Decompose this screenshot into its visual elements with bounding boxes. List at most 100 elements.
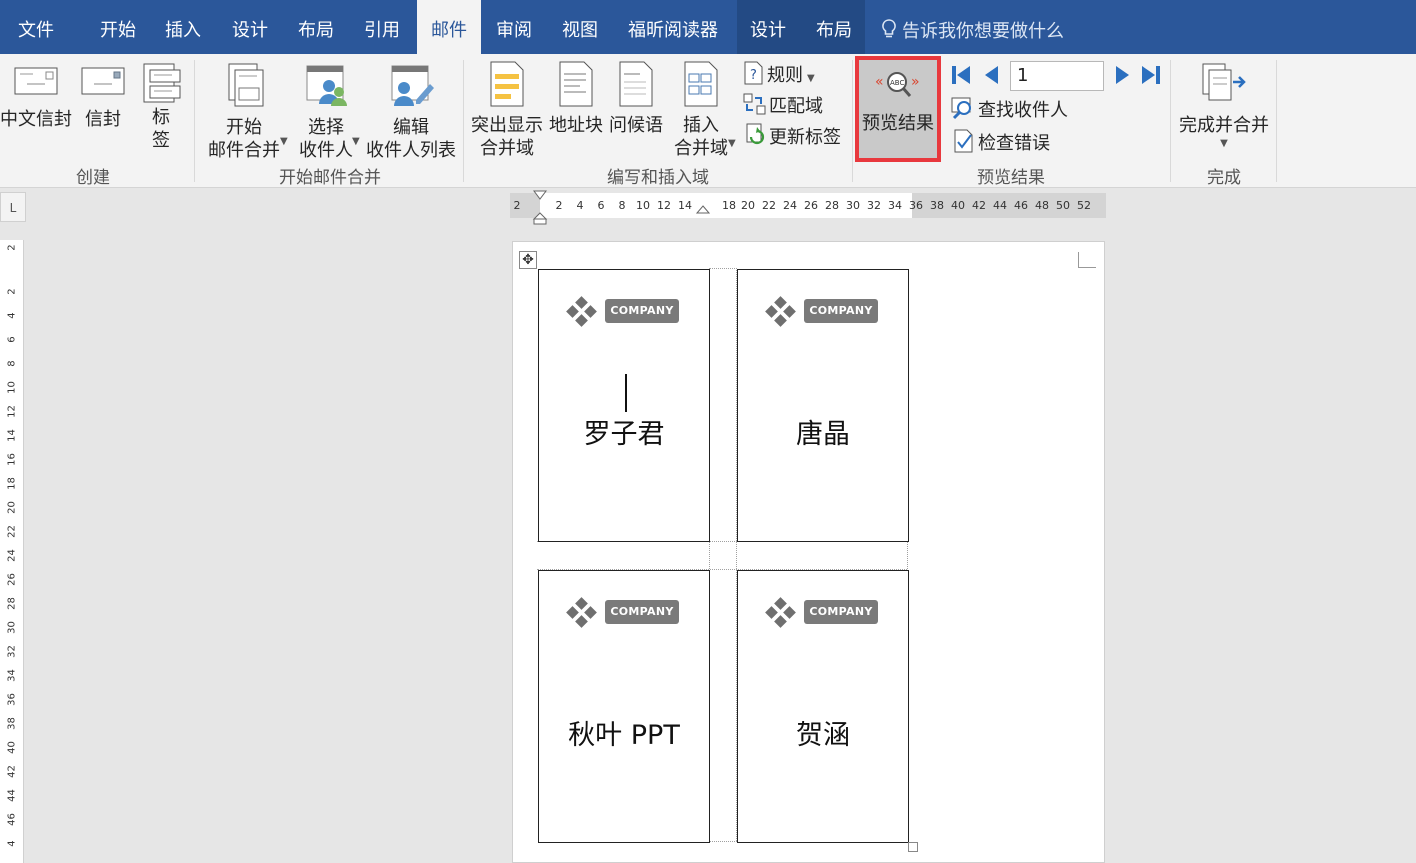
chinese-envelope-button[interactable]: 中文信封 xyxy=(0,64,72,131)
preview-results-label: 预览结果 xyxy=(862,113,934,134)
tab-review[interactable]: 审阅 xyxy=(496,0,532,54)
next-record-button[interactable] xyxy=(1114,64,1134,87)
record-number-input[interactable]: 1 xyxy=(1010,61,1104,91)
indent-marker-icon[interactable] xyxy=(532,189,548,225)
ruler-tick-label: 34 xyxy=(888,199,902,212)
group-label-start-merge: 开始邮件合并 xyxy=(279,168,381,188)
tab-insert[interactable]: 插入 xyxy=(165,0,201,54)
last-record-button[interactable] xyxy=(1140,64,1164,87)
recipient-name: 唐晶 xyxy=(796,419,850,450)
find-recipient-button[interactable]: 查找收件人 xyxy=(950,96,1068,122)
greeting-line-button[interactable]: 问候语 xyxy=(606,60,666,137)
group-separator xyxy=(852,60,853,182)
edit-recipient-list-label: 编辑 收件人列表 xyxy=(366,117,456,161)
highlight-merge-fields-button[interactable]: 突出显示 合并域 xyxy=(468,60,546,160)
tab-table-design[interactable]: 设计 xyxy=(750,0,786,54)
vertical-ruler-tick-label: 4 xyxy=(6,840,18,847)
first-record-button[interactable] xyxy=(950,64,974,87)
insert-field-dropdown-icon[interactable]: ▼ xyxy=(728,138,736,149)
ruler-tick-label: 22 xyxy=(762,199,776,212)
company-badge: COMPANY xyxy=(605,600,679,624)
table-resize-handle[interactable] xyxy=(908,842,918,852)
tab-selector[interactable]: L xyxy=(0,192,26,222)
table-gridline xyxy=(709,268,737,269)
ruler-tick-label: 48 xyxy=(1035,199,1049,212)
group-label-finish: 完成 xyxy=(1207,168,1241,188)
insert-merge-field-label: 插入 合并域 xyxy=(674,115,728,159)
vertical-ruler-tick-label: 6 xyxy=(6,336,18,343)
group-separator xyxy=(1276,60,1277,182)
document-page[interactable]: ✥ COMPANY 罗子君 COMPANY 唐晶 COMPANY 秋叶 PPT xyxy=(512,241,1105,863)
tab-foxit-reader[interactable]: 福昕阅读器 xyxy=(628,0,718,54)
insert-field-icon xyxy=(684,61,718,107)
tab-file[interactable]: 文件 xyxy=(18,0,54,54)
tab-table-layout[interactable]: 布局 xyxy=(816,0,852,54)
rules-button[interactable]: ? 规则 ▼ xyxy=(743,61,815,87)
ruler-tick-label: 28 xyxy=(825,199,839,212)
update-labels-icon xyxy=(746,123,765,145)
company-badge: COMPANY xyxy=(605,299,679,323)
right-indent-marker-icon[interactable] xyxy=(696,205,710,219)
group-separator xyxy=(1170,60,1171,182)
ruler-tick-label: 30 xyxy=(846,199,860,212)
vertical-ruler-tick-label: 30 xyxy=(6,621,18,634)
vertical-ruler-tick-label: 2 xyxy=(6,288,18,295)
envelope-icon xyxy=(14,67,58,95)
envelopes-label: 信封 xyxy=(85,109,121,130)
vertical-ruler-tick-label: 38 xyxy=(6,717,18,730)
edit-recipient-list-button[interactable]: 编辑 收件人列表 xyxy=(364,62,458,162)
tab-mailings[interactable]: 邮件 xyxy=(417,0,481,54)
check-errors-icon xyxy=(954,129,973,153)
ruler-tick-label: 18 xyxy=(722,199,736,212)
tell-me-search[interactable]: 告诉我你想要做什么 xyxy=(880,0,1064,54)
labels-button[interactable]: 标 签 xyxy=(136,60,186,152)
update-labels-button[interactable]: 更新标签 xyxy=(743,123,841,149)
select-recipients-button[interactable]: 选择 收件人 xyxy=(292,62,360,162)
insert-merge-field-button[interactable]: 插入 合并域 xyxy=(668,60,734,160)
vertical-ruler-tick-label: 34 xyxy=(6,669,18,682)
edit-list-icon xyxy=(391,65,434,106)
tab-view[interactable]: 视图 xyxy=(562,0,598,54)
check-errors-button[interactable]: 检查错误 xyxy=(952,129,1050,155)
vertical-ruler[interactable]: 2 2 4 6 8 10 12 14 16 18 20 22 24 26 28 30 32 34 36 38 40 42 4… xyxy=(0,240,24,863)
ruler-tick-label: 2 xyxy=(513,199,521,212)
greeting-line-label: 问候语 xyxy=(609,115,663,136)
preview-results-button[interactable]: « » ABC 预览结果 xyxy=(859,68,937,135)
diamond-logo-icon xyxy=(566,597,597,628)
envelopes-button[interactable]: 信封 xyxy=(76,64,130,131)
label-card[interactable]: COMPANY 罗子君 xyxy=(538,269,710,542)
lightbulb-icon xyxy=(882,19,896,38)
start-mail-merge-button[interactable]: 开始 邮件合并 xyxy=(200,62,288,162)
start-merge-dropdown-icon[interactable]: ▼ xyxy=(280,136,288,147)
horizontal-ruler[interactable]: 2 2 4 6 8 10 12 14 18 20 22 24 26 28 30 32 34 36 38 40 42 44 4… xyxy=(510,190,1106,225)
tab-home[interactable]: 开始 xyxy=(100,0,136,54)
tab-design[interactable]: 设计 xyxy=(232,0,268,54)
ruler-tick-label: 50 xyxy=(1056,199,1070,212)
greeting-line-icon xyxy=(619,61,653,107)
ruler-tick-label: 52 xyxy=(1077,199,1091,212)
vertical-ruler-tick-label: 42 xyxy=(6,765,18,778)
previous-record-button[interactable] xyxy=(982,64,1002,87)
vertical-ruler-tick-label: 26 xyxy=(6,573,18,586)
address-block-button[interactable]: 地址块 xyxy=(548,60,604,137)
ruler-tick-label: 4 xyxy=(576,199,584,212)
recipient-name: 贺涵 xyxy=(796,720,850,751)
finish-merge-button[interactable]: 完成并合并 ▼ xyxy=(1176,62,1272,151)
address-block-label: 地址块 xyxy=(549,115,603,136)
select-recipients-dropdown-icon[interactable]: ▼ xyxy=(352,136,360,147)
vertical-ruler-tick-label: 12 xyxy=(6,405,18,418)
label-card[interactable]: COMPANY 贺涵 xyxy=(737,570,909,843)
label-card[interactable]: COMPANY 秋叶 PPT xyxy=(538,570,710,843)
tell-me-text: 告诉我你想要做什么 xyxy=(902,21,1064,42)
match-fields-button[interactable]: 匹配域 xyxy=(743,92,823,118)
label-card[interactable]: COMPANY 唐晶 xyxy=(737,269,909,542)
tab-layout[interactable]: 布局 xyxy=(298,0,334,54)
table-move-handle-icon[interactable]: ✥ xyxy=(519,251,537,269)
vertical-ruler-tick-label: 36 xyxy=(6,693,18,706)
recipient-name: 秋叶 PPT xyxy=(568,720,680,751)
envelope-icon xyxy=(81,67,125,95)
rules-icon: ? xyxy=(744,61,763,85)
tab-references[interactable]: 引用 xyxy=(364,0,400,54)
finish-merge-icon xyxy=(1202,63,1246,101)
diamond-logo-icon xyxy=(765,296,796,327)
